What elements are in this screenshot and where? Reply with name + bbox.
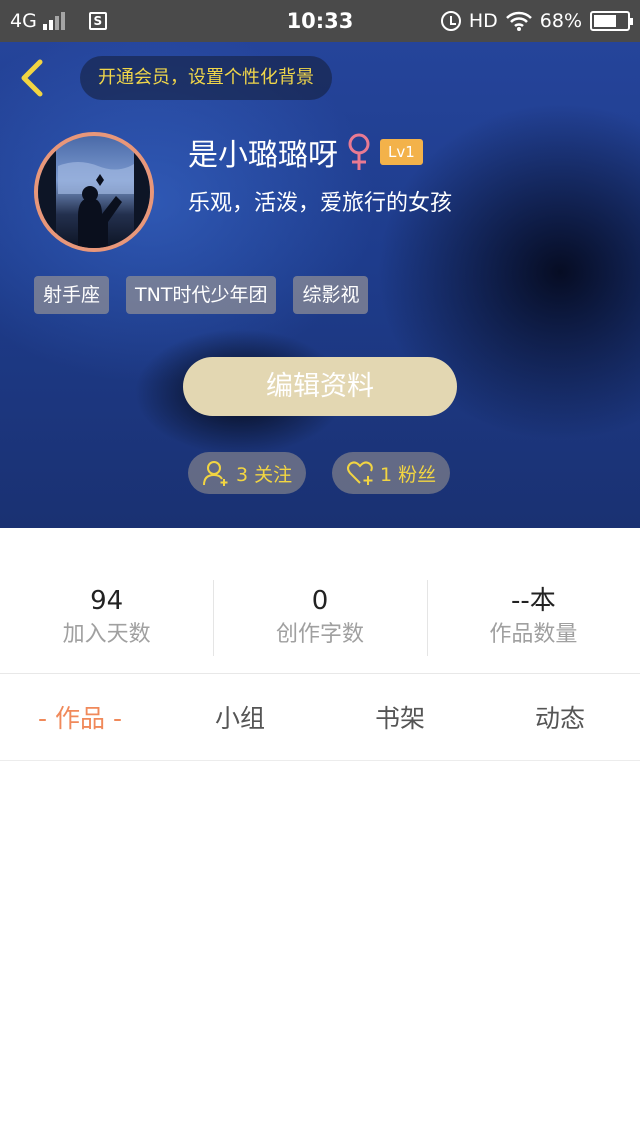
tab-groups[interactable]: 小组 [160, 690, 320, 748]
heart-plus-icon [347, 461, 373, 485]
divider [0, 673, 640, 674]
following-count: 3 关注 [236, 463, 293, 486]
divider [0, 760, 640, 761]
tab-activity[interactable]: 动态 [480, 690, 640, 748]
hd-indicator: HD [468, 10, 498, 32]
tag-item[interactable]: 综影视 [293, 276, 369, 314]
stats-row: 94 加入天数 0 创作字数 --本 作品数量 [0, 580, 640, 658]
stat-word-count: 0 创作字数 [213, 580, 426, 658]
stat-value: --本 [510, 586, 556, 616]
wifi-icon [505, 11, 532, 31]
stat-value: 94 [90, 586, 124, 616]
followers-count: 1 粉丝 [380, 463, 437, 486]
battery-percent: 68% [539, 10, 582, 32]
tag-item[interactable]: TNT时代少年团 [126, 276, 277, 314]
avatar[interactable] [34, 132, 154, 252]
avatar-image [38, 136, 150, 248]
tag-item[interactable]: 射手座 [34, 276, 110, 314]
vip-background-prompt[interactable]: 开通会员，设置个性化背景 [80, 56, 332, 100]
edit-profile-button[interactable]: 编辑资料 [183, 357, 457, 416]
battery-icon [590, 11, 633, 31]
status-bar: 4G S 10:33 HD 68% [0, 0, 640, 42]
followers-button[interactable]: 1 粉丝 [332, 452, 451, 494]
tab-bookshelf[interactable]: 书架 [320, 690, 480, 748]
stat-label: 加入天数 [62, 622, 151, 647]
tab-works[interactable]: - 作品 - [0, 690, 160, 748]
status-right: HD 68% [440, 0, 633, 42]
profile-header: 开通会员，设置个性化背景 是小璐璐呀 Lv1 乐观，活泼，爱旅行的女孩 射手座 … [0, 42, 640, 528]
content-tabs: - 作品 - 小组 书架 动态 [0, 690, 640, 748]
stat-works-count: --本 作品数量 [426, 580, 640, 658]
female-icon [348, 133, 370, 170]
user-name: 是小璐璐呀 [188, 138, 338, 173]
tag-list: 射手座 TNT时代少年团 综影视 [34, 276, 369, 314]
following-button[interactable]: 3 关注 [188, 452, 307, 494]
stat-label: 作品数量 [489, 622, 578, 647]
stat-join-days: 94 加入天数 [0, 580, 213, 658]
user-bio: 乐观，活泼，爱旅行的女孩 [188, 191, 453, 216]
stat-value: 0 [311, 586, 329, 616]
level-badge: Lv1 [380, 139, 423, 165]
battery-fill [594, 15, 616, 27]
back-arrow-icon[interactable] [16, 58, 50, 98]
add-user-icon [203, 461, 228, 486]
alarm-icon [440, 11, 461, 31]
name-row: 是小璐璐呀 Lv1 [188, 130, 423, 174]
stat-label: 创作字数 [275, 622, 364, 647]
